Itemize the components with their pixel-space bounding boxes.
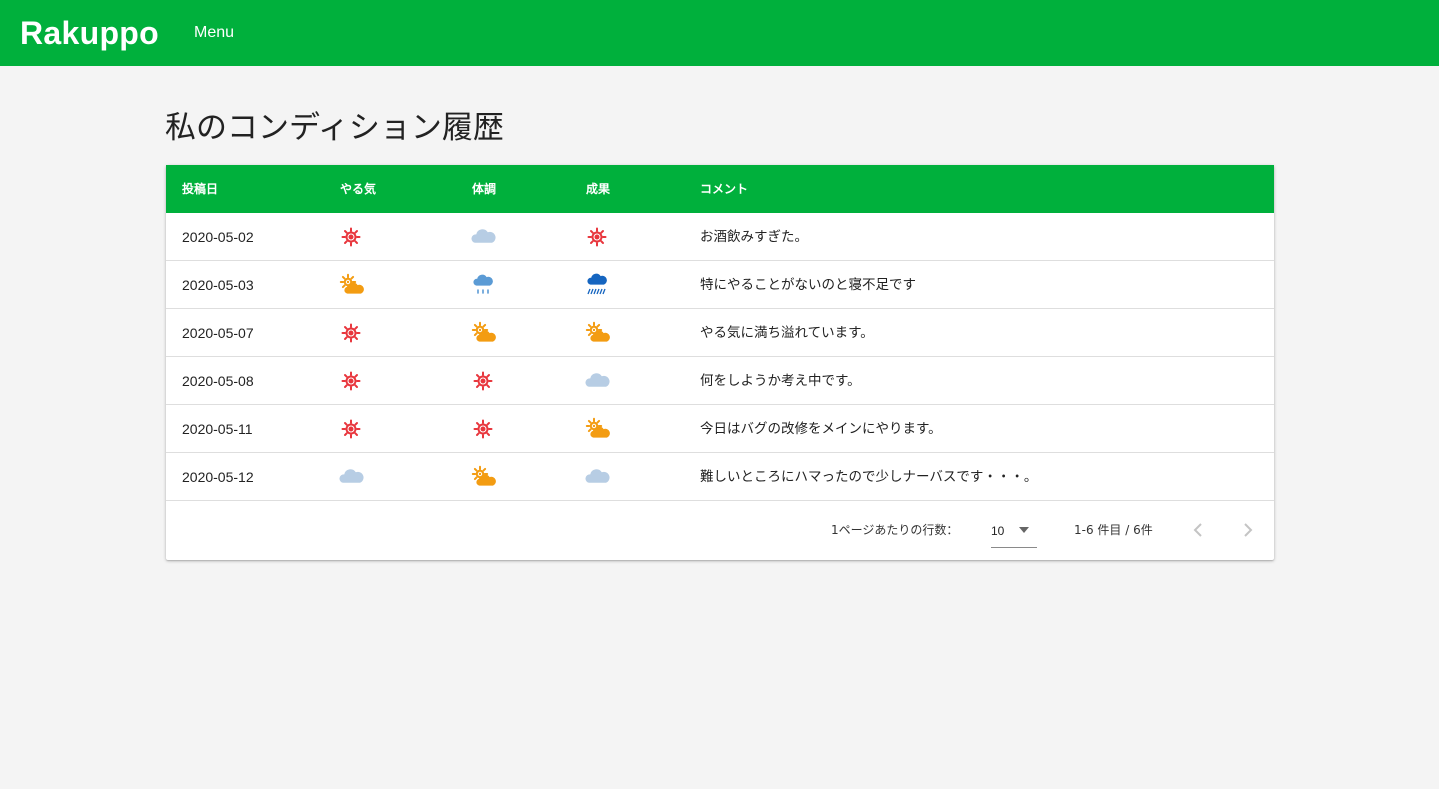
sunny-icon bbox=[338, 321, 364, 345]
cloudy-icon bbox=[470, 225, 496, 249]
partly-cloudy-icon bbox=[338, 273, 364, 297]
date-cell: 2020-05-07 bbox=[182, 325, 254, 341]
date-cell: 2020-05-08 bbox=[182, 373, 254, 389]
cloudy-icon bbox=[584, 369, 610, 393]
comment-cell: 何をしようか考え中です。 bbox=[700, 373, 861, 389]
table-row[interactable]: 2020-05-08 何をしようか考え中です。 bbox=[166, 357, 1274, 405]
pagination-range: 1-6 件目 / 6件 bbox=[1074, 523, 1153, 537]
column-header-result[interactable]: 成果 bbox=[586, 180, 610, 198]
date-cell: 2020-05-11 bbox=[182, 421, 253, 437]
top-app-bar: Rakuppo Menu bbox=[0, 0, 1439, 66]
table-header: 投稿日 やる気 体調 成果 コメント bbox=[166, 165, 1274, 213]
comment-cell: やる気に満ち溢れています。 bbox=[700, 325, 874, 341]
partly-cloudy-icon bbox=[470, 321, 496, 345]
caret-down-icon bbox=[1019, 527, 1029, 533]
page-title: 私のコンディション履歴 bbox=[165, 110, 504, 146]
date-cell: 2020-05-02 bbox=[182, 229, 254, 245]
partly-cloudy-icon bbox=[584, 417, 610, 441]
sunny-icon bbox=[470, 417, 496, 441]
sunny-icon bbox=[338, 225, 364, 249]
column-header-health[interactable]: 体調 bbox=[472, 180, 496, 198]
chevron-right-icon bbox=[1244, 523, 1253, 537]
heavy-rain-icon bbox=[584, 273, 610, 297]
comment-cell: お酒飲みすぎた。 bbox=[700, 229, 808, 245]
table-pagination: 1ページあたりの行数： 10 1-6 件目 / 6件 bbox=[166, 501, 1274, 560]
sunny-icon bbox=[338, 417, 364, 441]
condition-history-table: 投稿日 やる気 体調 成果 コメント 2020-05-02 お酒飲みすぎた。 202… bbox=[166, 165, 1274, 560]
table-row[interactable]: 2020-05-12 難しいところにハマったので少しナーバスです・・・。 bbox=[166, 453, 1274, 501]
partly-cloudy-icon bbox=[470, 465, 496, 489]
comment-cell: 特にやることがないのと寝不足です bbox=[700, 277, 916, 293]
table-row[interactable]: 2020-05-07 やる気に満ち溢れています。 bbox=[166, 309, 1274, 357]
comment-cell: 難しいところにハマったので少しナーバスです・・・。 bbox=[700, 469, 1038, 485]
table-row[interactable]: 2020-05-03 特にやることがないのと寝不足です bbox=[166, 261, 1274, 309]
cloudy-icon bbox=[584, 465, 610, 489]
table-row[interactable]: 2020-05-11 今日はバグの改修をメインにやります。 bbox=[166, 405, 1274, 453]
sunny-icon bbox=[584, 225, 610, 249]
light-rain-icon bbox=[470, 273, 496, 297]
rows-per-page-select[interactable]: 10 bbox=[991, 515, 1037, 548]
column-header-comment[interactable]: コメント bbox=[700, 180, 748, 198]
date-cell: 2020-05-03 bbox=[182, 277, 254, 293]
previous-page-button[interactable] bbox=[1186, 517, 1210, 543]
brand-logo[interactable]: Rakuppo bbox=[20, 13, 159, 53]
column-header-date[interactable]: 投稿日 bbox=[182, 180, 218, 198]
table-row[interactable]: 2020-05-02 お酒飲みすぎた。 bbox=[166, 213, 1274, 261]
sunny-icon bbox=[338, 369, 364, 393]
cloudy-icon bbox=[338, 465, 364, 489]
sunny-icon bbox=[470, 369, 496, 393]
rows-per-page-value: 10 bbox=[991, 524, 1005, 538]
comment-cell: 今日はバグの改修をメインにやります。 bbox=[700, 421, 942, 437]
partly-cloudy-icon bbox=[584, 321, 610, 345]
column-header-motivation[interactable]: やる気 bbox=[340, 180, 376, 198]
menu-button[interactable]: Menu bbox=[194, 22, 234, 44]
chevron-left-icon bbox=[1193, 523, 1202, 537]
date-cell: 2020-05-12 bbox=[182, 469, 254, 485]
rows-per-page-label: 1ページあたりの行数： bbox=[831, 523, 959, 537]
next-page-button[interactable] bbox=[1236, 517, 1260, 543]
